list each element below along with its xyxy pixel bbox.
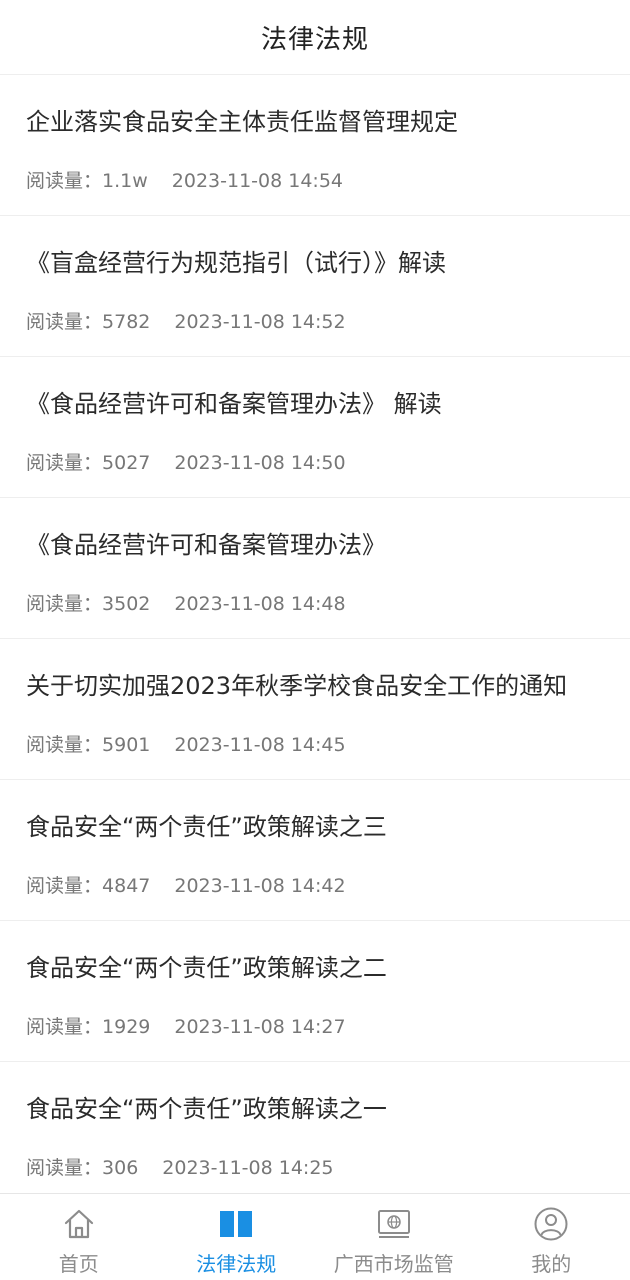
book-icon bbox=[220, 1211, 253, 1237]
publish-time: 2023-11-08 14:54 bbox=[171, 170, 343, 192]
list-item[interactable]: 《盲盒经营行为规范指引（试行）》解读 阅读量：5782 2023-11-08 14… bbox=[0, 216, 630, 357]
publish-time: 2023-11-08 14:48 bbox=[174, 593, 346, 615]
article-meta: 阅读量：5782 2023-11-08 14:52 bbox=[26, 307, 346, 334]
article-title: 《盲盒经营行为规范指引（试行）》解读 bbox=[26, 249, 446, 277]
read-count-label: 阅读量： bbox=[26, 311, 103, 333]
read-count-label: 阅读量： bbox=[26, 875, 103, 897]
read-count: 1.1w bbox=[102, 170, 148, 192]
read-count: 4847 bbox=[102, 875, 151, 897]
tab-laws[interactable]: 法律法规 bbox=[158, 1194, 316, 1280]
article-title: 食品安全“两个责任”政策解读之一 bbox=[26, 1095, 387, 1123]
tab-guangxi-market[interactable]: 广西市场监管 bbox=[315, 1194, 473, 1280]
bottom-tab-bar: 首页 法律法规 广西市场监管 我的 bbox=[0, 1193, 630, 1280]
article-meta: 阅读量：5027 2023-11-08 14:50 bbox=[26, 448, 346, 475]
tab-mine[interactable]: 我的 bbox=[473, 1194, 630, 1280]
article-meta: 阅读量：1.1w 2023-11-08 14:54 bbox=[26, 166, 343, 193]
article-meta: 阅读量：5901 2023-11-08 14:45 bbox=[26, 730, 346, 757]
publish-time: 2023-11-08 14:42 bbox=[174, 875, 346, 897]
read-count-label: 阅读量： bbox=[26, 1157, 103, 1179]
read-count-label: 阅读量： bbox=[26, 734, 103, 756]
read-count-label: 阅读量： bbox=[26, 1016, 103, 1038]
list-item[interactable]: 食品安全“两个责任”政策解读之三 阅读量：4847 2023-11-08 14:4… bbox=[0, 780, 630, 921]
article-title: 关于切实加强2023年秋季学校食品安全工作的通知 bbox=[26, 672, 568, 700]
top-bar: 法律法规 bbox=[0, 0, 630, 75]
article-meta: 阅读量：1929 2023-11-08 14:27 bbox=[26, 1012, 346, 1039]
list-item[interactable]: 食品安全“两个责任”政策解读之二 阅读量：1929 2023-11-08 14:2… bbox=[0, 921, 630, 1062]
list-item[interactable]: 关于切实加强2023年秋季学校食品安全工作的通知 阅读量：5901 2023-11… bbox=[0, 639, 630, 780]
read-count: 306 bbox=[102, 1157, 139, 1179]
article-title: 《食品经营许可和备案管理办法》 解读 bbox=[26, 390, 442, 418]
article-meta: 阅读量：306 2023-11-08 14:25 bbox=[26, 1153, 334, 1180]
article-list: 企业落实食品安全主体责任监督管理规定 阅读量：1.1w 2023-11-08 14… bbox=[0, 75, 630, 1193]
list-item[interactable]: 《食品经营许可和备案管理办法》 解读 阅读量：5027 2023-11-08 14… bbox=[0, 357, 630, 498]
read-count: 5901 bbox=[102, 734, 151, 756]
publish-time: 2023-11-08 14:52 bbox=[174, 311, 346, 333]
publish-time: 2023-11-08 14:25 bbox=[162, 1157, 334, 1179]
tab-home-label: 首页 bbox=[58, 1252, 99, 1276]
tab-mine-label: 我的 bbox=[531, 1252, 572, 1276]
article-title: 食品安全“两个责任”政策解读之三 bbox=[26, 813, 387, 841]
read-count: 3502 bbox=[102, 593, 151, 615]
list-item[interactable]: 企业落实食品安全主体责任监督管理规定 阅读量：1.1w 2023-11-08 14… bbox=[0, 75, 630, 216]
publish-time: 2023-11-08 14:45 bbox=[174, 734, 346, 756]
read-count-label: 阅读量： bbox=[26, 593, 103, 615]
home-icon bbox=[64, 1209, 93, 1239]
read-count: 1929 bbox=[102, 1016, 151, 1038]
article-title: 食品安全“两个责任”政策解读之二 bbox=[26, 954, 387, 982]
list-item[interactable]: 《食品经营许可和备案管理办法》 阅读量：3502 2023-11-08 14:48 bbox=[0, 498, 630, 639]
article-title: 《食品经营许可和备案管理办法》 bbox=[26, 531, 386, 559]
read-count-label: 阅读量： bbox=[26, 170, 103, 192]
user-icon bbox=[534, 1207, 568, 1241]
article-title: 企业落实食品安全主体责任监督管理规定 bbox=[26, 108, 458, 136]
list-item[interactable]: 食品安全“两个责任”政策解读之一 阅读量：306 2023-11-08 14:25 bbox=[0, 1062, 630, 1193]
article-meta: 阅读量：3502 2023-11-08 14:48 bbox=[26, 589, 346, 616]
read-count: 5782 bbox=[102, 311, 151, 333]
publish-time: 2023-11-08 14:27 bbox=[174, 1016, 346, 1038]
tab-guangxi-market-label: 广西市场监管 bbox=[333, 1252, 454, 1276]
publish-time: 2023-11-08 14:50 bbox=[174, 452, 346, 474]
tab-home[interactable]: 首页 bbox=[0, 1194, 158, 1280]
read-count-label: 阅读量： bbox=[26, 452, 103, 474]
article-meta: 阅读量：4847 2023-11-08 14:42 bbox=[26, 871, 346, 898]
tab-laws-label: 法律法规 bbox=[196, 1252, 277, 1276]
read-count: 5027 bbox=[102, 452, 151, 474]
monitor-globe-icon bbox=[377, 1210, 410, 1238]
page-title: 法律法规 bbox=[260, 24, 369, 55]
